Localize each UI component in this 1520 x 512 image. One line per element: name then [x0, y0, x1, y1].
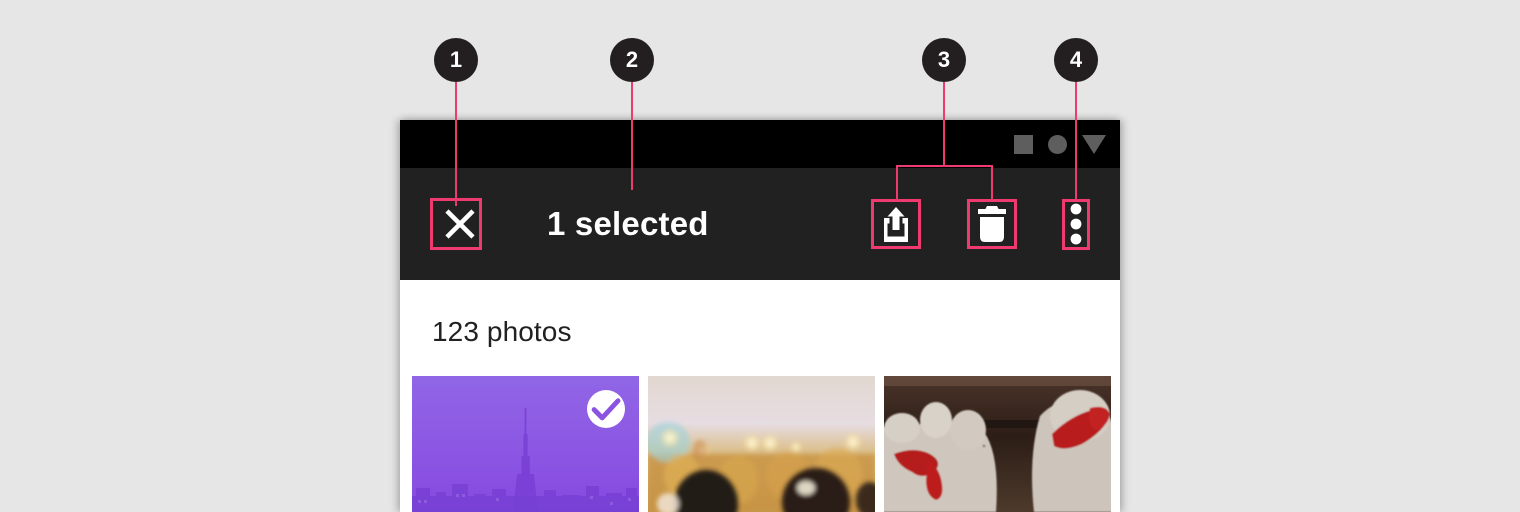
photo-tile-festival-crowd[interactable] [648, 376, 875, 512]
callout-marker-3: 3 [922, 38, 966, 82]
photo-thumbnail [648, 376, 875, 512]
selection-title: 1 selected [547, 205, 709, 242]
callout-marker-1: 1 [434, 38, 478, 82]
delete-button[interactable] [964, 196, 1020, 252]
trash-icon [978, 206, 1006, 242]
callout-marker-2: 2 [610, 38, 654, 82]
status-bar-icons [1014, 120, 1106, 168]
photo-thumbnail [884, 376, 1111, 512]
check-icon [591, 398, 621, 421]
share-icon [884, 207, 908, 242]
more-vertical-icon [1070, 203, 1082, 245]
photo-tile-stone-fox-statues[interactable] [884, 376, 1111, 512]
photos-count-label: 123 photos [432, 316, 572, 347]
photos-content: 123 photos [400, 280, 1120, 512]
circle-indicator-icon [1048, 134, 1067, 154]
triangle-down-indicator-icon [1082, 134, 1106, 154]
photo-tile-tokyo-tower[interactable] [412, 376, 639, 512]
app-window: 1 selected 123 photos [400, 120, 1120, 512]
close-icon [445, 209, 475, 239]
overflow-button[interactable] [1058, 196, 1094, 252]
square-indicator-icon [1014, 134, 1033, 154]
close-button[interactable] [432, 196, 488, 252]
photo-grid [412, 376, 1120, 512]
selected-check-badge[interactable] [587, 390, 625, 428]
share-button[interactable] [868, 196, 924, 252]
status-bar [400, 120, 1120, 168]
selection-app-bar: 1 selected [400, 168, 1120, 280]
callout-marker-4: 4 [1054, 38, 1098, 82]
